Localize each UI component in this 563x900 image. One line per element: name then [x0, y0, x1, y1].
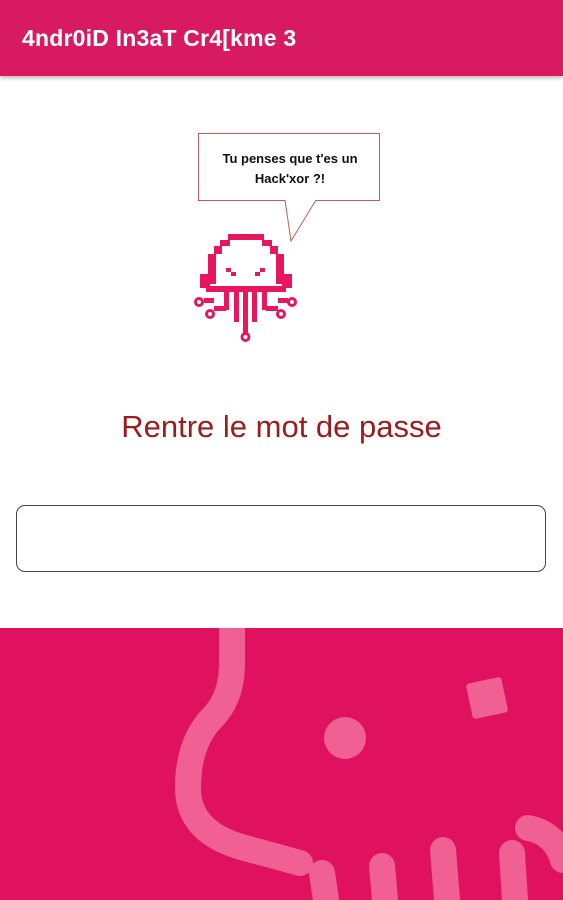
- app-bar: 4ndr0iD In3aT Cr4[kme 3: [0, 0, 563, 76]
- password-prompt-label: Rentre le mot de passe: [121, 409, 442, 444]
- footer-banner: [0, 628, 563, 900]
- pixel-octopus-icon: [194, 234, 297, 342]
- app-title: 4ndr0iD In3aT Cr4[kme 3: [22, 25, 297, 51]
- speech-bubble: Tu penses que t'es un Hack'xor ?!: [198, 133, 380, 201]
- speech-bubble-text: Tu penses que t'es un Hack'xor ?!: [222, 151, 358, 186]
- password-input[interactable]: [16, 505, 546, 572]
- octopus-watermark-icon: [175, 628, 563, 900]
